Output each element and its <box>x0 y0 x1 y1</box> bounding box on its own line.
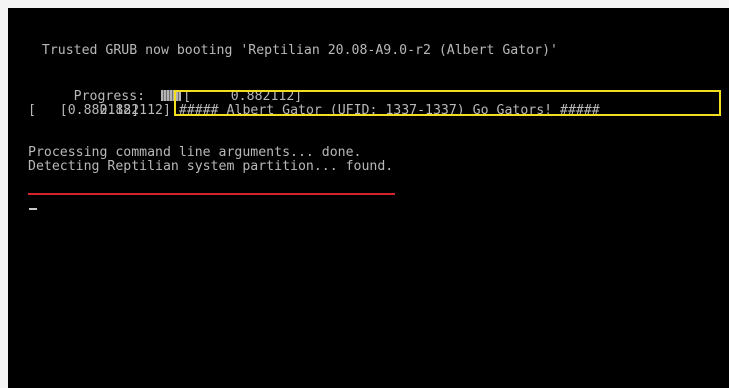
detecting-line: Detecting Reptilian system partition... … <box>28 159 394 174</box>
highlight-box <box>174 90 721 116</box>
log-line-2: [ 0.882112] <box>28 103 140 118</box>
boot-console: Trusted GRUB now booting 'Reptilian 20.0… <box>8 8 729 388</box>
text-cursor <box>29 208 37 210</box>
processing-line: Processing command line arguments... don… <box>28 145 362 160</box>
screenshot: { "console": { "boot_title": " Trusted G… <box>0 0 729 388</box>
boot-title-line: Trusted GRUB now booting 'Reptilian 20.0… <box>26 43 558 58</box>
red-underline-mark <box>28 193 395 195</box>
